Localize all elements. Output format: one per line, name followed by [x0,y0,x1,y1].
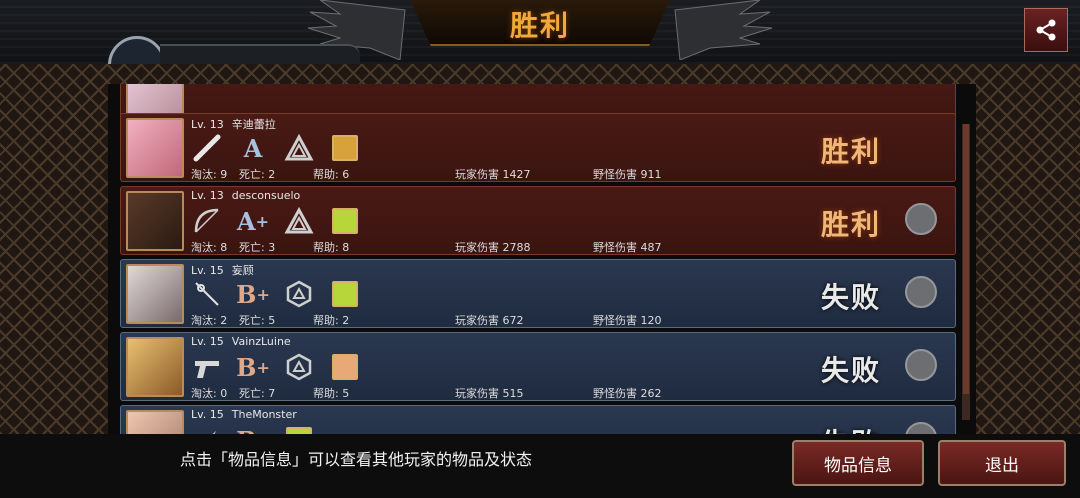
result-label: 失败 [821,354,882,387]
item-info-button[interactable]: 物品信息 [792,440,924,486]
player-portrait [126,191,184,251]
player-row[interactable]: Lv. 13 辛迪蕾拉 A 淘汰: 9 死亡: 2 帮助: 6 玩家伤害 1427 野怪伤害 … [120,113,956,182]
player-damage-stat: 玩家伤害 515 [455,387,524,400]
player-name: desconsuelo [231,189,301,202]
item-slot-icon [329,205,361,237]
result-label: 失败 [821,281,882,314]
rapier-icon [191,278,223,310]
item-slot-icon [329,278,361,310]
kills-stat: 淘汰: 0 [191,387,228,400]
grade-badge: B+ [236,352,270,382]
player-row[interactable]: Lv. 15 妄顾 B + 淘汰: 2 死亡: 5 帮助: 2 玩家伤害 672 野怪伤害 12… [120,259,956,328]
add-friend-icon[interactable] [905,203,937,235]
exit-button[interactable]: 退出 [938,440,1066,486]
player-row[interactable]: Lv. 15 VainzLuine B + 淘汰: 0 死亡: 7 帮助: 5 玩家伤害 51… [120,332,956,401]
share-button[interactable] [1024,8,1068,52]
player-header: Lv. 15 TheMonster [191,408,305,421]
player-header: Lv. 15 妄顾 [191,262,262,278]
grade-badge: B+ [236,424,270,435]
grade-badge: A [243,133,263,163]
player-header: Lv. 13 辛迪蕾拉 [191,116,284,132]
add-friend-icon[interactable] [905,349,937,381]
right-wing-ornament [674,0,773,60]
player-portrait [126,264,184,324]
assists-stat: 帮助: 8 [313,241,350,254]
result-label: 失败 [821,422,881,434]
player-level: Lv. 15 [191,335,224,348]
kills-stat: 淘汰: 2 [191,314,228,327]
assists-stat: 帮助: 5 [313,387,350,400]
player-portrait [126,410,184,434]
bow-icon [191,205,223,237]
player-row[interactable]: Lv. 13 desconsuelo A + 淘汰: 8 死亡: 3 帮助: 8 玩家伤害 2… [120,186,956,255]
player-level: Lv. 13 [191,189,224,202]
monster-damage-stat: 野怪伤害 120 [593,314,662,327]
grade-badge: B+ [236,279,270,309]
monster-damage-stat: 野怪伤害 262 [593,387,662,400]
deaths-stat: 死亡: 2 [239,168,276,181]
kills-stat: 淘汰: 9 [191,168,228,181]
item-slot-icon [283,424,315,434]
deaths-stat: 死亡: 3 [239,241,276,254]
player-damage-stat: 玩家伤害 1427 [455,168,531,181]
player-name: 辛迪蕾拉 [231,118,276,131]
deaths-stat: 死亡: 5 [239,314,276,327]
player-name: TheMonster [231,408,297,421]
pistol-icon [191,351,223,383]
item-slot-icon [329,132,361,164]
monster-damage-stat: 野怪伤害 487 [593,241,662,254]
result-label: 胜利 [821,135,882,168]
loadout: B+ [191,278,361,310]
top-name-plate [160,44,360,66]
add-friend-icon[interactable] [905,276,937,308]
result-label: 胜利 [821,208,882,241]
loadout: A + [191,205,361,237]
loadout: B+ [191,351,361,383]
page-title: 胜利 [509,9,570,42]
kills-stat: 淘汰: 8 [191,241,228,254]
player-level: Lv. 15 [191,264,224,277]
loadout: A [191,132,361,164]
results-list[interactable]: 淘汰: 0死亡: 0帮助: 0玩家伤害 0野怪伤害 0Lv. 13辛迪蕾拉A淘汰… [108,84,976,434]
player-level: Lv. 15 [191,408,224,421]
player-name: 妄顾 [231,264,254,277]
hexagon-icon [283,351,315,383]
player-header: Lv. 13 desconsuelo [191,189,308,202]
item-slot-icon [329,351,361,383]
player-portrait [126,337,184,397]
triangle-icon [283,205,315,237]
player-row[interactable]: Lv. 15 TheMonster B+ 失败 [120,405,956,434]
loadout: B+ [191,424,315,434]
grade-badge: A + [236,206,270,236]
player-level: Lv. 13 [191,118,224,131]
deaths-stat: 死亡: 7 [239,387,276,400]
rank-emblem [108,36,168,64]
triangle-icon [283,132,315,164]
player-damage-stat: 玩家伤害 672 [455,314,524,327]
monster-damage-stat: 野怪伤害 911 [593,168,662,181]
bat-icon [191,132,223,164]
add-friend-icon[interactable] [905,422,937,434]
assists-stat: 帮助: 6 [313,168,350,181]
assists-stat: 帮助: 2 [313,314,350,327]
player-name: VainzLuine [231,335,291,348]
blade-icon [191,424,223,434]
scrollbar-thumb[interactable] [963,124,969,394]
player-header: Lv. 15 VainzLuine [191,335,299,348]
share-icon [1036,19,1056,41]
hint-text: 点击「物品信息」可以查看其他玩家的物品及状态 [180,450,533,469]
player-portrait [126,118,184,178]
hexagon-icon [283,278,315,310]
player-damage-stat: 玩家伤害 2788 [455,241,531,254]
